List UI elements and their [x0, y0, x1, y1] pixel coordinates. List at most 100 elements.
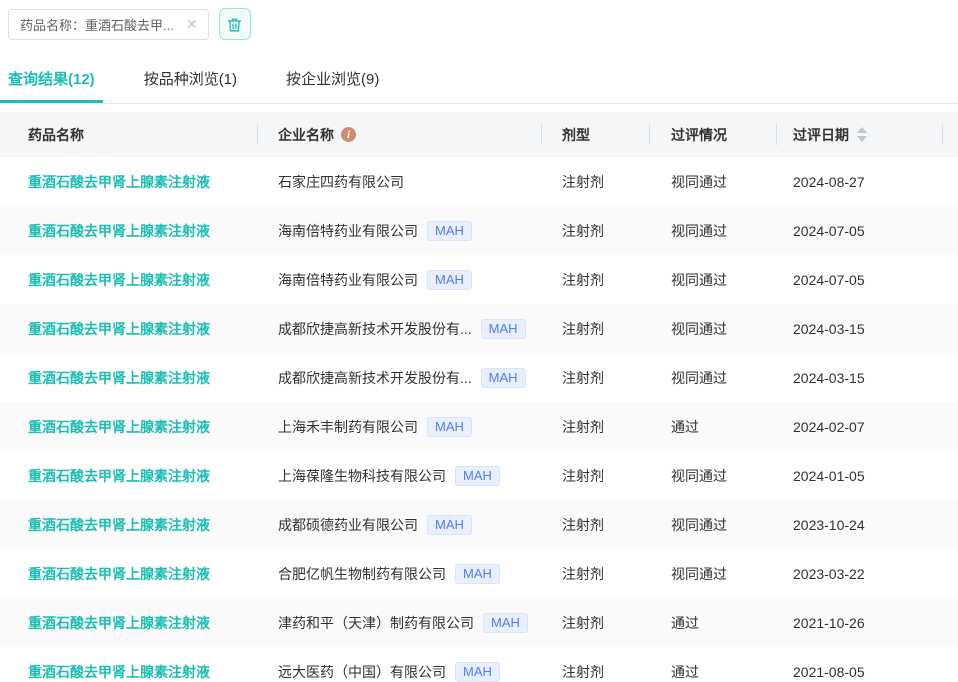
approval-date: 2021-08-05 — [777, 664, 943, 680]
table-body: 重酒石酸去甲肾上腺素注射液 石家庄四药有限公司 MAH 注射剂 视同通过 202… — [0, 157, 958, 682]
trash-icon — [226, 16, 243, 33]
filter-bar: 药品名称：重酒石酸去甲... ✕ — [0, 0, 958, 40]
dosage-form: 注射剂 — [542, 515, 650, 535]
column-header-approval-date: 过评日期 — [777, 112, 943, 157]
approval-status: 视同通过 — [650, 270, 777, 290]
drug-name-link[interactable]: 重酒石酸去甲肾上腺素注射液 — [28, 174, 210, 190]
company-name: 津药和平（天津）制药有限公司 — [278, 613, 474, 633]
approval-date: 2021-10-26 — [777, 615, 943, 631]
tab-bar: 查询结果(12) 按品种浏览(1) 按企业浏览(9) — [0, 59, 958, 104]
table-row: 重酒石酸去甲肾上腺素注射液 海南倍特药业有限公司 MAH 注射剂 视同通过 20… — [0, 255, 958, 304]
dosage-form: 注射剂 — [542, 564, 650, 584]
clear-filters-button[interactable] — [219, 8, 251, 40]
approval-date: 2024-01-05 — [777, 468, 943, 484]
dosage-form: 注射剂 — [542, 270, 650, 290]
table-header: 药品名称 企业名称 i 剂型 过评情况 过评日期 — [0, 112, 958, 157]
table-row: 重酒石酸去甲肾上腺素注射液 远大医药（中国）有限公司 MAH 注射剂 通过 20… — [0, 647, 958, 682]
approval-status: 视同通过 — [650, 172, 777, 192]
approval-status: 视同通过 — [650, 564, 777, 584]
mah-badge: MAH — [455, 466, 500, 486]
query-results-page: 药品名称：重酒石酸去甲... ✕ 查询结果(12) 按品种浏览(1) 按企业浏览… — [0, 0, 958, 682]
drug-name-link[interactable]: 重酒石酸去甲肾上腺素注射液 — [28, 615, 210, 631]
approval-date: 2024-08-27 — [777, 174, 943, 190]
mah-badge: MAH — [455, 564, 500, 584]
dosage-form: 注射剂 — [542, 662, 650, 682]
company-name: 成都硕德药业有限公司 — [278, 515, 418, 535]
table-row: 重酒石酸去甲肾上腺素注射液 成都欣捷高新技术开发股份有... MAH 注射剂 视… — [0, 353, 958, 402]
table-row: 重酒石酸去甲肾上腺素注射液 石家庄四药有限公司 MAH 注射剂 视同通过 202… — [0, 157, 958, 206]
dosage-form: 注射剂 — [542, 417, 650, 437]
dosage-form: 注射剂 — [542, 319, 650, 339]
drug-name-link[interactable]: 重酒石酸去甲肾上腺素注射液 — [28, 664, 210, 680]
column-header-company-name: 企业名称 i — [258, 112, 542, 157]
table-row: 重酒石酸去甲肾上腺素注射液 津药和平（天津）制药有限公司 MAH 注射剂 通过 … — [0, 598, 958, 647]
dosage-form: 注射剂 — [542, 613, 650, 633]
company-name: 海南倍特药业有限公司 — [278, 221, 418, 241]
column-header-extra — [943, 112, 958, 157]
approval-date: 2024-02-07 — [777, 419, 943, 435]
approval-date: 2024-03-15 — [777, 321, 943, 337]
mah-badge: MAH — [427, 417, 472, 437]
approval-status: 视同通过 — [650, 515, 777, 535]
company-name: 成都欣捷高新技术开发股份有... — [278, 319, 472, 339]
dosage-form: 注射剂 — [542, 172, 650, 192]
approval-date: 2023-03-22 — [777, 566, 943, 582]
drug-name-link[interactable]: 重酒石酸去甲肾上腺素注射液 — [28, 370, 210, 386]
company-name: 石家庄四药有限公司 — [278, 172, 404, 192]
approval-status: 通过 — [650, 417, 777, 437]
column-header-dosage-form: 剂型 — [542, 112, 650, 157]
tab-browse-by-variety[interactable]: 按品种浏览(1) — [136, 59, 245, 103]
company-name: 海南倍特药业有限公司 — [278, 270, 418, 290]
drug-name-link[interactable]: 重酒石酸去甲肾上腺素注射液 — [28, 566, 210, 582]
drug-name-link[interactable]: 重酒石酸去甲肾上腺素注射液 — [28, 419, 210, 435]
table-row: 重酒石酸去甲肾上腺素注射液 海南倍特药业有限公司 MAH 注射剂 视同通过 20… — [0, 206, 958, 255]
approval-status: 通过 — [650, 613, 777, 633]
table-row: 重酒石酸去甲肾上腺素注射液 合肥亿帆生物制药有限公司 MAH 注射剂 视同通过 … — [0, 549, 958, 598]
approval-status: 视同通过 — [650, 221, 777, 241]
table-row: 重酒石酸去甲肾上腺素注射液 成都硕德药业有限公司 MAH 注射剂 视同通过 20… — [0, 500, 958, 549]
drug-name-link[interactable]: 重酒石酸去甲肾上腺素注射液 — [28, 321, 210, 337]
company-name: 合肥亿帆生物制药有限公司 — [278, 564, 446, 584]
table-row: 重酒石酸去甲肾上腺素注射液 上海葆隆生物科技有限公司 MAH 注射剂 视同通过 … — [0, 451, 958, 500]
drug-name-link[interactable]: 重酒石酸去甲肾上腺素注射液 — [28, 272, 210, 288]
company-name: 成都欣捷高新技术开发股份有... — [278, 368, 472, 388]
approval-status: 视同通过 — [650, 319, 777, 339]
approval-date: 2024-03-15 — [777, 370, 943, 386]
approval-date: 2024-07-05 — [777, 223, 943, 239]
table-row: 重酒石酸去甲肾上腺素注射液 上海禾丰制药有限公司 MAH 注射剂 通过 2024… — [0, 402, 958, 451]
sort-ascending-icon — [857, 127, 867, 133]
dosage-form: 注射剂 — [542, 466, 650, 486]
mah-badge: MAH — [427, 515, 472, 535]
drug-name-link[interactable]: 重酒石酸去甲肾上腺素注射液 — [28, 468, 210, 484]
approval-status: 视同通过 — [650, 466, 777, 486]
mah-badge: MAH — [427, 270, 472, 290]
mah-badge: MAH — [455, 662, 500, 682]
approval-status: 通过 — [650, 662, 777, 682]
company-name: 上海葆隆生物科技有限公司 — [278, 466, 446, 486]
column-header-drug-name: 药品名称 — [0, 112, 258, 157]
sort-descending-icon — [857, 136, 867, 142]
tab-query-results[interactable]: 查询结果(12) — [0, 59, 103, 103]
dosage-form: 注射剂 — [542, 368, 650, 388]
approval-date: 2023-10-24 — [777, 517, 943, 533]
column-header-approval-status: 过评情况 — [650, 112, 777, 157]
approval-status: 视同通过 — [650, 368, 777, 388]
tab-browse-by-company[interactable]: 按企业浏览(9) — [278, 59, 387, 103]
info-icon[interactable]: i — [341, 127, 356, 142]
sort-icon[interactable] — [857, 127, 867, 142]
table-row: 重酒石酸去甲肾上腺素注射液 成都欣捷高新技术开发股份有... MAH 注射剂 视… — [0, 304, 958, 353]
mah-badge: MAH — [427, 221, 472, 241]
mah-badge: MAH — [481, 368, 526, 388]
mah-badge: MAH — [483, 613, 528, 633]
filter-chip-label: 药品名称：重酒石酸去甲... — [20, 15, 174, 34]
mah-badge: MAH — [481, 319, 526, 339]
dosage-form: 注射剂 — [542, 221, 650, 241]
company-name: 远大医药（中国）有限公司 — [278, 662, 446, 682]
close-icon[interactable]: ✕ — [186, 17, 198, 31]
filter-chip-drug-name[interactable]: 药品名称：重酒石酸去甲... ✕ — [8, 9, 209, 40]
company-name: 上海禾丰制药有限公司 — [278, 417, 418, 437]
approval-date: 2024-07-05 — [777, 272, 943, 288]
results-table: 药品名称 企业名称 i 剂型 过评情况 过评日期 重酒石酸去甲肾上 — [0, 112, 958, 682]
drug-name-link[interactable]: 重酒石酸去甲肾上腺素注射液 — [28, 517, 210, 533]
drug-name-link[interactable]: 重酒石酸去甲肾上腺素注射液 — [28, 223, 210, 239]
